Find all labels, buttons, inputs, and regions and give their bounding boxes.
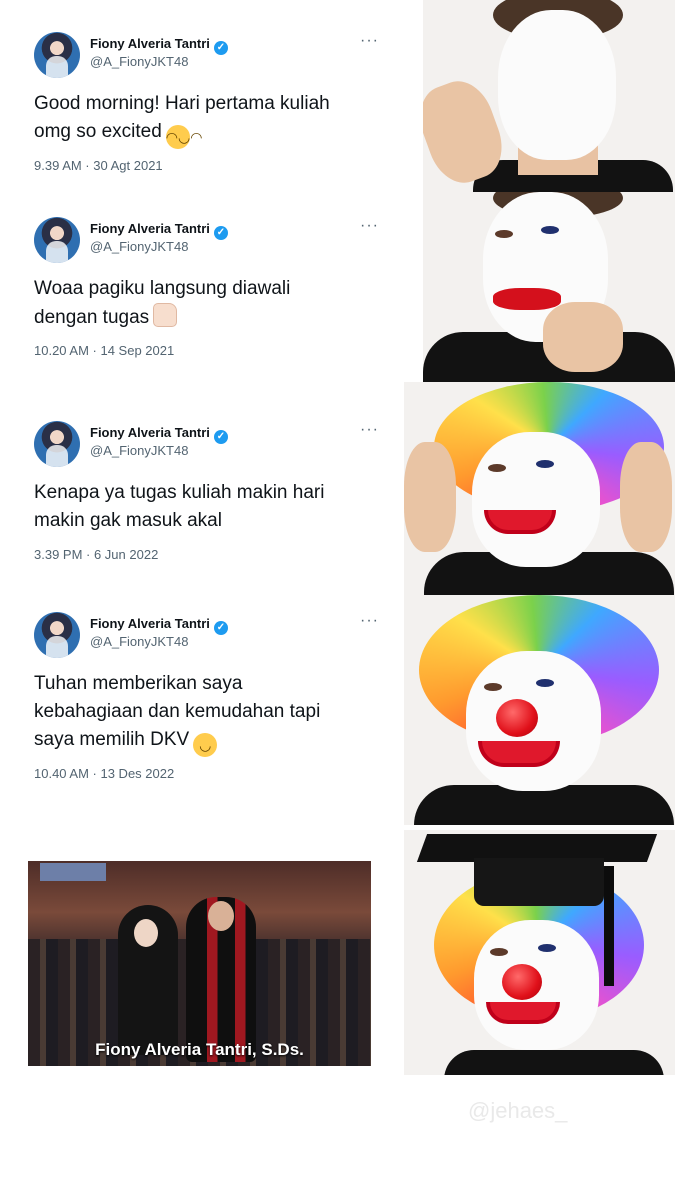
more-options-icon[interactable]: ···	[360, 217, 379, 235]
shirt	[444, 1050, 664, 1075]
avatar[interactable]	[34, 612, 80, 658]
timestamp[interactable]: 10.40 AM · 13 Des 2022	[34, 766, 174, 781]
white-face-paint	[472, 432, 600, 567]
hand-left	[404, 442, 456, 552]
verified-badge-icon: ✓	[213, 226, 228, 240]
avatar[interactable]	[34, 32, 80, 78]
red-mouth	[486, 1002, 560, 1024]
clown-panel-2	[423, 192, 675, 382]
tweet-2: Fiony Alveria Tantri ✓ @A_FionyJKT48 ··· …	[34, 217, 394, 367]
verified-badge-icon: ✓	[213, 430, 228, 444]
tweet-text-line: omg so excited ◠◡◠	[34, 118, 374, 149]
laughing-emoji-icon: ◠◡◠	[165, 125, 202, 149]
user-handle[interactable]: @A_FionyJKT48	[90, 239, 188, 254]
clown-panel-5	[404, 830, 675, 1075]
tweet-text-line: Woaa pagiku langsung diawali	[34, 278, 291, 299]
red-clown-nose	[496, 699, 538, 737]
thumbs-up-emoji-icon	[153, 303, 178, 327]
user-handle[interactable]: @A_FionyJKT48	[90, 634, 188, 649]
avatar[interactable]	[34, 217, 80, 263]
graduation-cap-base	[474, 858, 604, 906]
tweet-text: Good morning! Hari pertama kuliah omg so…	[34, 90, 374, 149]
tweet-text: Woaa pagiku langsung diawali dengan tuga…	[34, 275, 374, 332]
graduation-photo: Fiony Alveria Tantri, S.Ds.	[28, 861, 371, 1066]
more-options-icon[interactable]: ···	[360, 612, 379, 630]
rector-face	[208, 901, 234, 931]
tweet-text-line: kebahagiaan dan kemudahan tapi	[34, 701, 321, 722]
red-clown-nose	[502, 964, 542, 1000]
timestamp[interactable]: 9.39 AM · 30 Agt 2021	[34, 158, 163, 173]
timestamp[interactable]: 10.20 AM · 14 Sep 2021	[34, 343, 174, 358]
verified-badge-icon: ✓	[213, 621, 228, 635]
display-name[interactable]: Fiony Alveria Tantri ✓	[90, 616, 228, 635]
tweet-text-line: Good morning! Hari pertama kuliah	[34, 93, 330, 114]
graduate-face	[134, 919, 158, 947]
tweet-3: Fiony Alveria Tantri ✓ @A_FionyJKT48 ··· …	[34, 421, 394, 571]
tweet-text-line: saya memilih DKV ◡	[34, 726, 374, 757]
tweet-1: Fiony Alveria Tantri ✓ @A_FionyJKT48 ··· …	[34, 32, 394, 182]
timestamp[interactable]: 3.39 PM · 6 Jun 2022	[34, 547, 158, 562]
verified-badge-icon: ✓	[213, 41, 228, 55]
red-lips	[493, 288, 561, 310]
tweet-4: Fiony Alveria Tantri ✓ @A_FionyJKT48 ··· …	[34, 612, 394, 792]
hand-right	[620, 442, 672, 552]
eye-left	[484, 683, 502, 691]
eye-left	[488, 464, 506, 472]
display-name[interactable]: Fiony Alveria Tantri ✓	[90, 425, 228, 444]
stage-screen	[40, 863, 106, 881]
clown-panel-4	[404, 595, 675, 825]
eye-right	[541, 226, 559, 234]
clown-panel-3	[404, 382, 675, 595]
graduation-cap-tassel	[604, 866, 614, 986]
display-name[interactable]: Fiony Alveria Tantri ✓	[90, 36, 228, 55]
eye-right	[536, 460, 554, 468]
tweet-text-line: Kenapa ya tugas kuliah makin hari	[34, 482, 325, 503]
avatar[interactable]	[34, 421, 80, 467]
display-name[interactable]: Fiony Alveria Tantri ✓	[90, 221, 228, 240]
photo-caption: Fiony Alveria Tantri, S.Ds.	[95, 1040, 304, 1059]
more-options-icon[interactable]: ···	[360, 421, 379, 439]
white-face-paint	[498, 10, 616, 160]
hand-with-brush	[543, 302, 623, 372]
red-mouth	[478, 741, 560, 767]
watermark: @jehaes_	[468, 1098, 568, 1123]
user-handle[interactable]: @A_FionyJKT48	[90, 54, 188, 69]
clown-panel-1	[423, 0, 675, 192]
tweet-text-line: makin gak masuk akal	[34, 510, 222, 531]
tweet-text: Tuhan memberikan saya kebahagiaan dan ke…	[34, 670, 374, 757]
user-handle[interactable]: @A_FionyJKT48	[90, 443, 188, 458]
tweet-text: Kenapa ya tugas kuliah makin hari makin …	[34, 479, 374, 535]
eye-right	[538, 944, 556, 952]
tweet-text-line: Tuhan memberikan saya	[34, 673, 243, 694]
crying-smile-emoji-icon: ◡	[193, 733, 218, 757]
eye-left	[490, 948, 508, 956]
eye-right	[536, 679, 554, 687]
more-options-icon[interactable]: ···	[360, 32, 379, 50]
tweet-text-line: dengan tugas	[34, 303, 374, 332]
eye-left	[495, 230, 513, 238]
shirt	[414, 785, 674, 825]
